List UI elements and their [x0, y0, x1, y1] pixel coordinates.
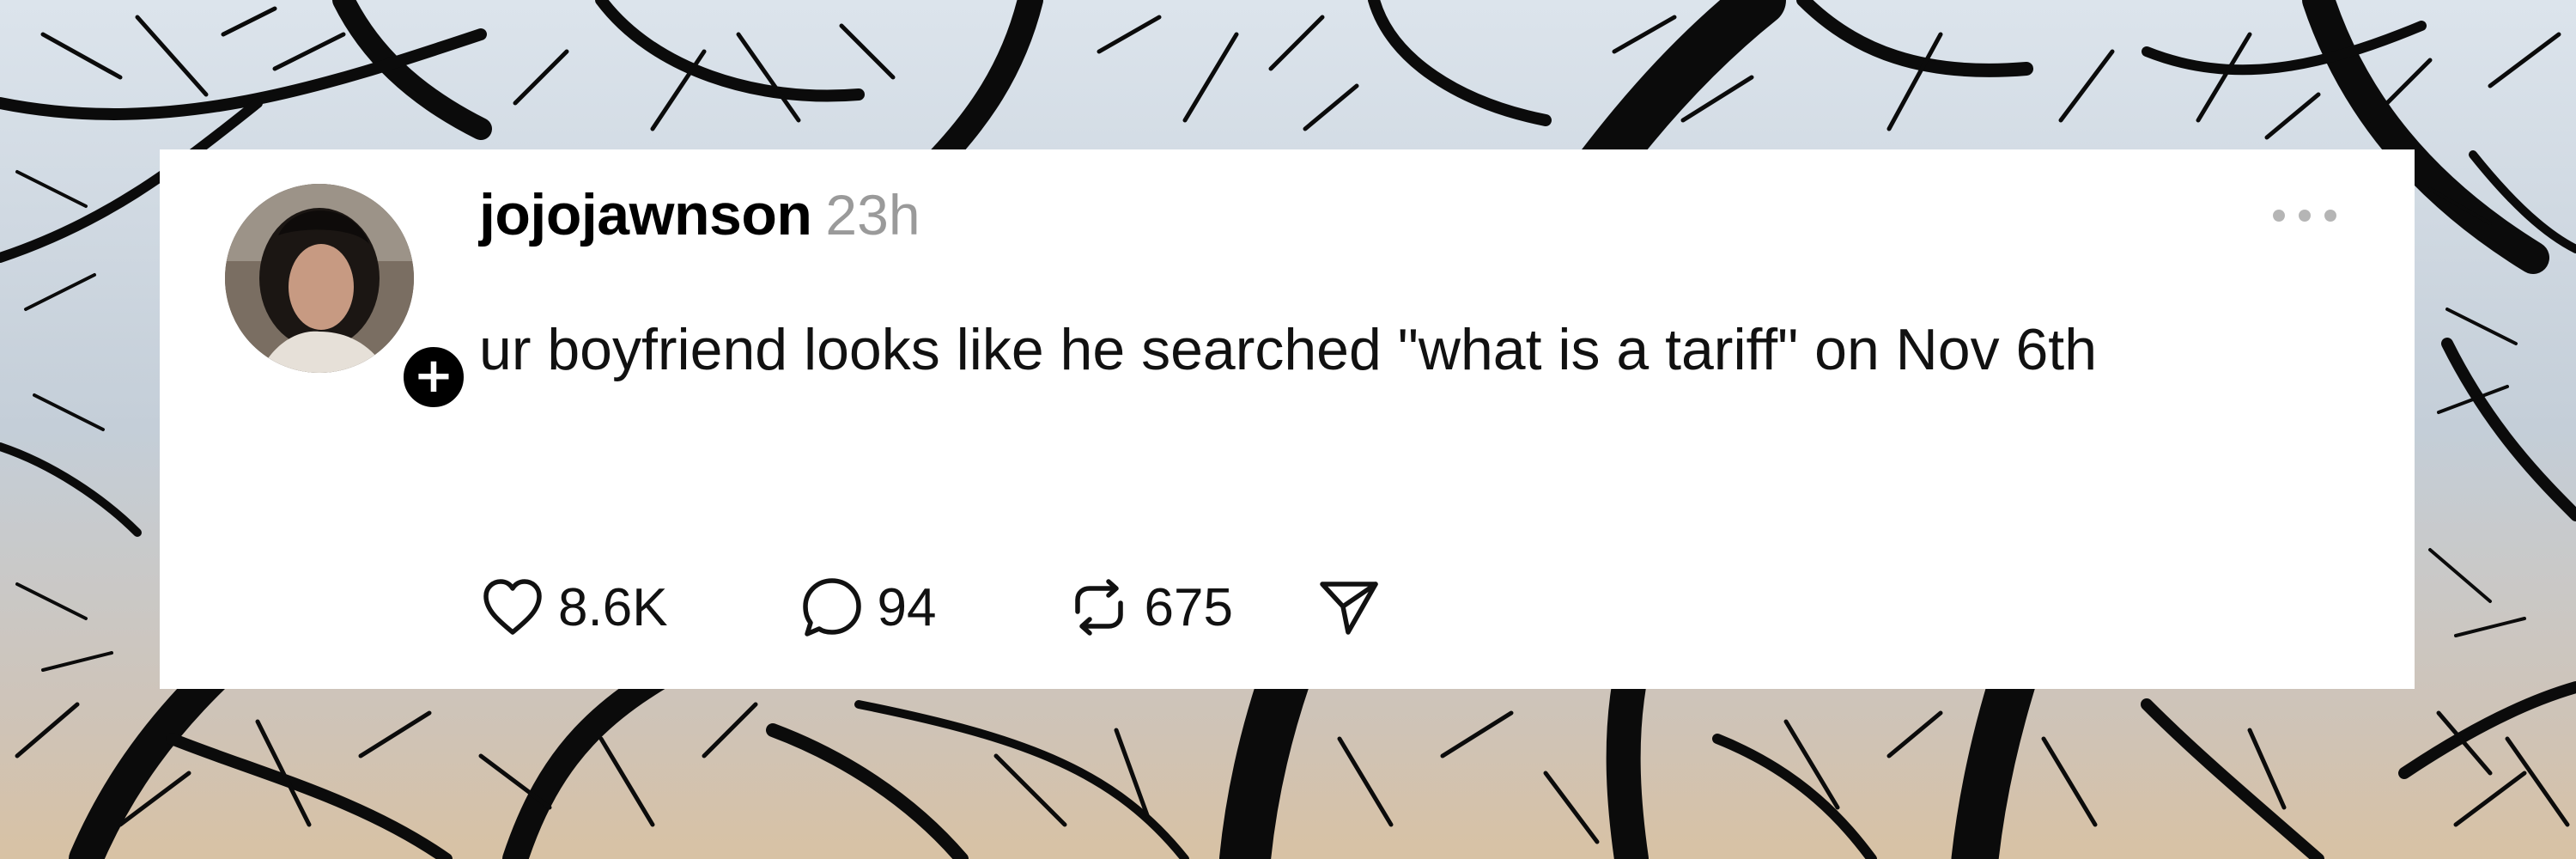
like-count: 8.6K	[558, 577, 668, 637]
heart-icon	[479, 574, 546, 641]
timestamp: 23h	[825, 183, 920, 247]
share-button[interactable]	[1315, 574, 1382, 641]
repost-count: 675	[1144, 577, 1233, 637]
reply-bubble-icon	[799, 574, 866, 641]
repost-button[interactable]: 675	[1066, 574, 1233, 641]
repost-icon	[1066, 574, 1133, 641]
reply-count: 94	[877, 577, 937, 637]
post-header: jojojawnson 23h	[479, 180, 920, 249]
action-bar: 8.6K 94 675	[479, 569, 1508, 646]
follow-plus-icon[interactable]: +	[398, 342, 469, 412]
username[interactable]: jojojawnson	[479, 182, 812, 247]
reply-button[interactable]: 94	[799, 574, 937, 641]
more-options-icon[interactable]	[2266, 203, 2343, 228]
post-card: + jojojawnson 23h ur boyfriend looks like…	[160, 149, 2415, 689]
post-text: ur boyfriend looks like he searched "wha…	[479, 317, 2098, 382]
avatar-container[interactable]: +	[225, 184, 469, 412]
avatar[interactable]	[225, 184, 414, 373]
share-send-icon	[1315, 574, 1382, 641]
like-button[interactable]: 8.6K	[479, 574, 668, 641]
